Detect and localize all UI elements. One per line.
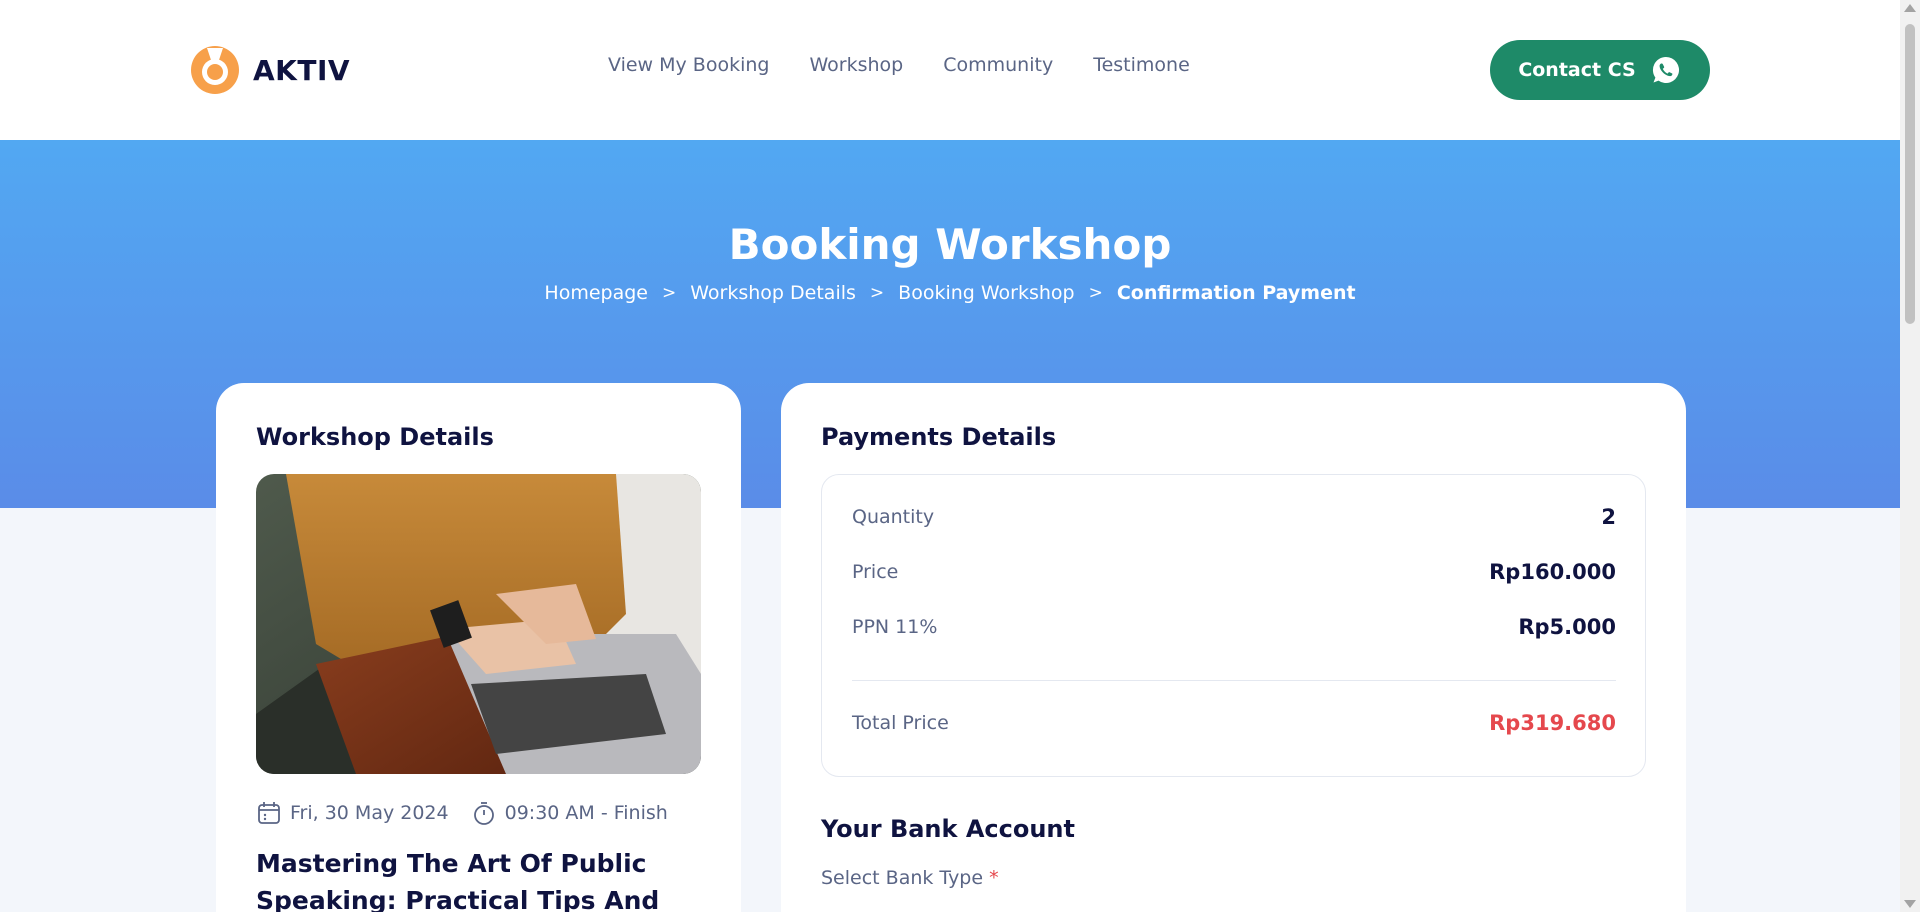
contact-cs-label: Contact CS [1518, 59, 1636, 81]
breadcrumb-workshop-details[interactable]: Workshop Details [690, 282, 856, 304]
nav-link-community[interactable]: Community [943, 54, 1053, 76]
workshop-details-card: Workshop Details Fri, 30 May 2024 09:30 … [216, 383, 741, 912]
nav-link-workshop[interactable]: Workshop [809, 54, 903, 76]
total-value: Rp319.680 [1489, 711, 1616, 735]
workshop-time-text: 09:30 AM - Finish [504, 802, 668, 824]
brand-name: AKTIV [253, 53, 351, 87]
bank-account-title: Your Bank Account [821, 815, 1075, 843]
breadcrumb-homepage[interactable]: Homepage [544, 282, 648, 304]
breadcrumb-separator: > [662, 283, 677, 303]
select-bank-type-label: Select Bank Type * [821, 867, 999, 889]
payment-label: PPN 11% [852, 616, 938, 638]
payment-value: Rp5.000 [1518, 615, 1616, 639]
payment-label: Quantity [852, 506, 935, 528]
payment-value: Rp160.000 [1489, 560, 1616, 584]
laptop-photo [256, 474, 701, 774]
breadcrumb-confirmation-payment: Confirmation Payment [1116, 282, 1356, 304]
workshop-name: Mastering The Art Of Public Speaking: Pr… [256, 849, 660, 912]
total-label: Total Price [852, 712, 949, 734]
nav-link-view-my-booking[interactable]: View My Booking [608, 54, 769, 76]
scroll-down-arrow-icon[interactable] [1904, 900, 1916, 908]
breadcrumb-separator: > [1088, 283, 1103, 303]
scroll-up-arrow-icon[interactable] [1904, 4, 1916, 12]
payment-row-ppn: PPN 11% Rp5.000 [852, 615, 1616, 639]
required-mark: * [989, 867, 999, 889]
select-bank-type-text: Select Bank Type [821, 867, 984, 889]
payment-row-price: Price Rp160.000 [852, 560, 1616, 584]
payment-value: 2 [1601, 505, 1616, 529]
nav-link-testimone[interactable]: Testimone [1093, 54, 1190, 76]
workshop-date-text: Fri, 30 May 2024 [290, 802, 449, 824]
main-nav: View My Booking Workshop Community Testi… [608, 54, 1190, 76]
breadcrumb-separator: > [869, 283, 885, 303]
breadcrumb-booking-workshop[interactable]: Booking Workshop [898, 282, 1074, 304]
payment-summary: Quantity 2 Price Rp160.000 PPN 11% Rp5.0… [821, 474, 1646, 777]
contact-cs-button[interactable]: Contact CS [1490, 40, 1710, 100]
workshop-date: Fri, 30 May 2024 [256, 800, 449, 826]
payment-row-total: Total Price Rp319.680 [852, 711, 1616, 735]
payment-row-quantity: Quantity 2 [852, 505, 1616, 529]
payment-label: Price [852, 561, 899, 583]
aktiv-logo-icon [191, 46, 239, 94]
workshop-details-title: Workshop Details [256, 423, 494, 451]
scrollbar-thumb[interactable] [1905, 24, 1915, 324]
payment-details-card: Payments Details Quantity 2 Price Rp160.… [781, 383, 1686, 912]
workshop-image [256, 474, 701, 774]
brand-logo[interactable]: AKTIV [189, 44, 350, 96]
breadcrumb: Homepage > Workshop Details > Booking Wo… [0, 282, 1900, 304]
page-title: Booking Workshop [728, 220, 1172, 269]
whatsapp-icon [1652, 56, 1679, 83]
workshop-schedule: Fri, 30 May 2024 09:30 AM - Finish [256, 800, 716, 826]
navbar: AKTIV View My Booking Workshop Community… [0, 0, 1900, 140]
page-scrollbar[interactable] [1900, 0, 1920, 912]
divider [852, 680, 1616, 681]
calendar-icon [258, 802, 280, 824]
stopwatch-icon [473, 802, 494, 825]
payment-details-title: Payments Details [821, 423, 1057, 451]
workshop-time: 09:30 AM - Finish [471, 800, 668, 826]
